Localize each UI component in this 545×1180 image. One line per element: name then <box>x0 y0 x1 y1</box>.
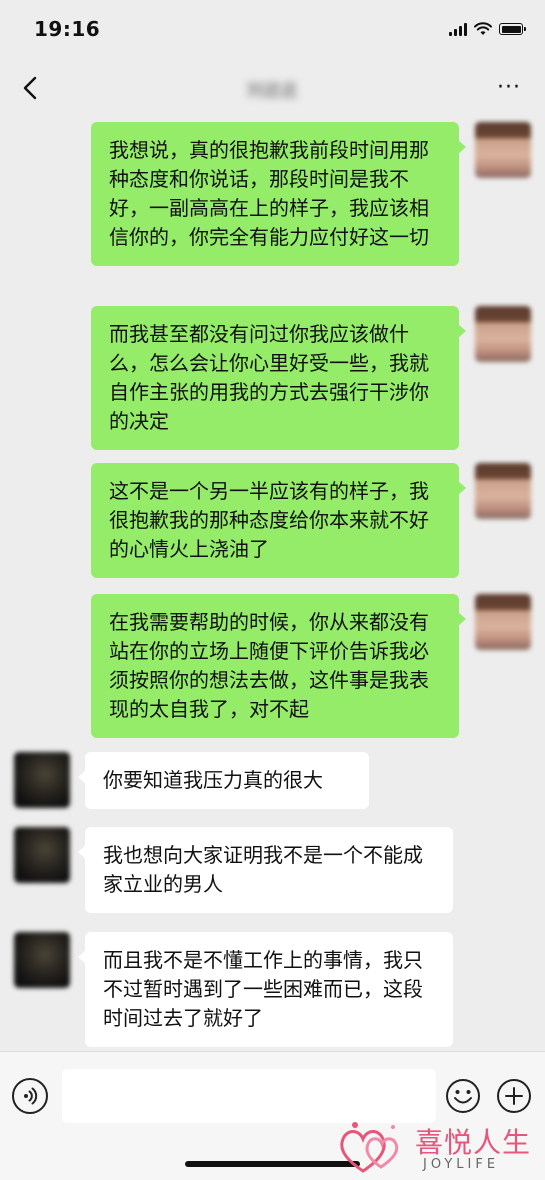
message-bubble-sent[interactable]: 我想说，真的很抱歉我前段时间用那种态度和你说话，那段时间是我不好，一副高高在上的… <box>91 122 466 266</box>
wifi-icon <box>474 22 492 35</box>
emoji-button[interactable] <box>445 1078 481 1114</box>
avatar[interactable] <box>475 594 531 650</box>
plus-icon <box>497 1079 531 1113</box>
message-bubble-sent[interactable]: 在我需要帮助的时候，你从来都没有站在你的立场上随便下评价告诉我必须按照你的想法去… <box>91 594 466 738</box>
chat-title: 刘这这 <box>246 81 298 101</box>
back-button[interactable] <box>14 70 50 106</box>
avatar[interactable] <box>14 827 70 883</box>
avatar[interactable] <box>475 122 531 178</box>
message-list[interactable]: 我想说，真的很抱歉我前段时间用那种态度和你说话，那段时间是我不好，一副高高在上的… <box>0 116 545 1051</box>
status-bar: 19:16 <box>0 0 545 60</box>
chat-header: 刘这这 ··· <box>0 60 545 116</box>
chevron-left-icon <box>23 76 37 100</box>
avatar[interactable] <box>475 306 531 362</box>
watermark-sub: JOYLIFE <box>423 1157 500 1172</box>
watermark: 喜悦人生 JOYLIFE <box>335 1115 545 1179</box>
voice-icon <box>24 1087 38 1105</box>
battery-icon <box>499 23 526 35</box>
emoji-icon <box>446 1079 480 1113</box>
more-functions-button[interactable] <box>496 1078 532 1114</box>
more-button[interactable]: ··· <box>497 77 521 99</box>
message-bubble-sent[interactable]: 这不是一个另一半应该有的样子，我很抱歉我的那种态度给你本来就不好的心情火上浇油了 <box>91 463 466 578</box>
avatar[interactable] <box>14 752 70 808</box>
cellular-signal-icon <box>449 22 467 36</box>
watermark-name: 喜悦人生 <box>415 1126 532 1159</box>
hearts-logo-icon <box>340 1122 399 1173</box>
status-time: 19:16 <box>34 17 101 41</box>
voice-button[interactable] <box>12 1078 48 1114</box>
message-bubble-received[interactable]: 我也想向大家证明我不是一个不能成家立业的男人 <box>78 827 453 913</box>
message-bubble-sent[interactable]: 而我甚至都没有问过你我应该做什么，怎么会让你心里好受一些，我就自作主张的用我的方… <box>91 306 466 450</box>
home-indicator[interactable] <box>185 1161 360 1167</box>
message-bubble-received[interactable]: 你要知道我压力真的很大 <box>78 752 369 809</box>
avatar[interactable] <box>14 932 70 988</box>
avatar[interactable] <box>475 463 531 519</box>
status-icons <box>449 22 526 36</box>
message-bubble-received[interactable]: 而且我不是不懂工作上的事情，我只不过暂时遇到了一些困难而已，这段时间过去了就好了 <box>78 932 453 1047</box>
